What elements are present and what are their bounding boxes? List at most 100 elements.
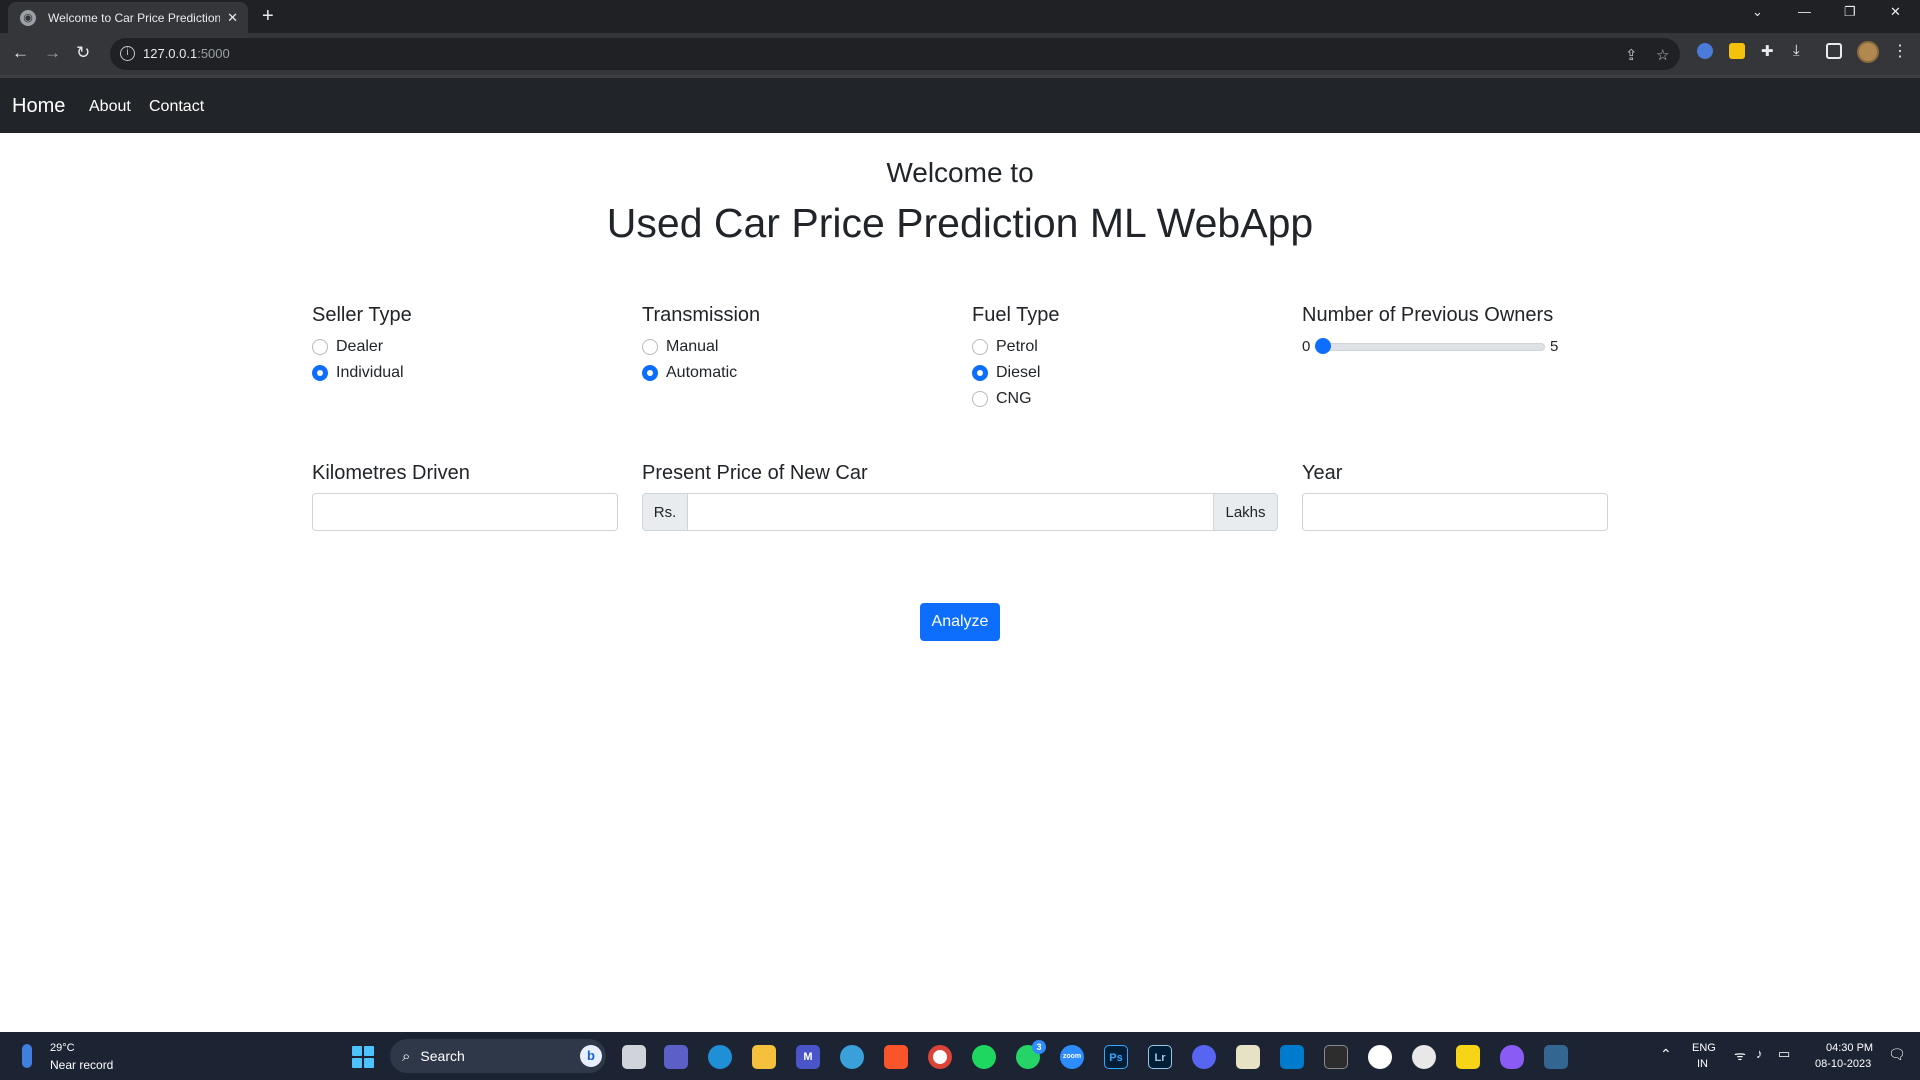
sticky-notes-icon[interactable]	[1456, 1045, 1480, 1069]
app-wallet-icon[interactable]	[1236, 1045, 1260, 1069]
price-prefix-addon: Rs.	[642, 493, 688, 531]
language-indicator[interactable]: ENG	[1692, 1042, 1716, 1054]
share-icon[interactable]: ⇪	[1625, 46, 1638, 64]
slack-icon[interactable]	[1368, 1045, 1392, 1069]
transmission-manual-option[interactable]: Manual	[642, 338, 718, 356]
year-input[interactable]	[1302, 493, 1608, 531]
close-tab-icon[interactable]: ✕	[227, 10, 238, 26]
app-drop-icon[interactable]	[1500, 1045, 1524, 1069]
thermometer-icon[interactable]	[22, 1044, 32, 1068]
clock-time[interactable]: 04:30 PM	[1826, 1042, 1873, 1054]
extension-yellow-icon[interactable]	[1729, 43, 1745, 59]
chevron-up-icon[interactable]: ⌃	[1660, 1046, 1672, 1063]
vscode-icon[interactable]	[1280, 1045, 1304, 1069]
transmission-automatic-radio[interactable]	[642, 365, 658, 381]
url-text: 127.0.0.1:5000	[143, 46, 230, 61]
windows-start-icon[interactable]	[352, 1046, 374, 1068]
minimize-button[interactable]: —	[1798, 4, 1811, 19]
seller-type-individual-radio[interactable]	[312, 365, 328, 381]
reload-icon[interactable]: ↻	[76, 43, 90, 63]
kms-driven-label: Kilometres Driven	[312, 462, 470, 484]
radio-label: Petrol	[996, 338, 1038, 355]
globe-icon: ◉	[20, 9, 36, 26]
app-circle-icon[interactable]	[1412, 1045, 1436, 1069]
weather-temperature[interactable]: 29°C	[50, 1042, 75, 1054]
volume-icon[interactable]: ♪	[1756, 1046, 1763, 1061]
wifi-icon[interactable]: ᯤ	[1734, 1046, 1746, 1064]
owners-slider-thumb[interactable]	[1315, 338, 1331, 354]
transmission-manual-radio[interactable]	[642, 339, 658, 355]
price-suffix-addon: Lakhs	[1213, 493, 1278, 531]
seller-type-individual-option[interactable]: Individual	[312, 364, 404, 382]
task-view-icon[interactable]	[622, 1045, 646, 1069]
owners-slider-track[interactable]	[1315, 343, 1545, 351]
seller-type-label: Seller Type	[312, 304, 412, 326]
new-tab-button[interactable]: +	[262, 5, 274, 28]
app-m-icon[interactable]: M	[796, 1045, 820, 1069]
seller-type-dealer-option[interactable]: Dealer	[312, 338, 383, 356]
brave-icon[interactable]	[884, 1045, 908, 1069]
site-info-icon[interactable]: i	[120, 46, 135, 61]
chrome-icon[interactable]	[928, 1045, 952, 1069]
terminal-icon[interactable]	[1324, 1045, 1348, 1069]
analyze-button[interactable]: Analyze	[920, 603, 1000, 641]
fuel-type-cng-option[interactable]: CNG	[972, 390, 1032, 408]
clock-date[interactable]: 08-10-2023	[1815, 1058, 1871, 1070]
fuel-type-diesel-radio[interactable]	[972, 365, 988, 381]
radio-label: Diesel	[996, 364, 1041, 381]
radio-label: CNG	[996, 390, 1032, 407]
teams-chat-icon[interactable]	[664, 1045, 688, 1069]
battery-icon[interactable]: ▭	[1778, 1046, 1790, 1062]
menu-kebab-icon[interactable]: ⋮	[1892, 41, 1908, 61]
photoshop-icon[interactable]: Ps	[1104, 1045, 1128, 1069]
radio-label: Automatic	[666, 364, 738, 381]
owners-label: Number of Previous Owners	[1302, 304, 1554, 326]
present-price-input[interactable]	[687, 493, 1214, 531]
fuel-type-diesel-option[interactable]: Diesel	[972, 364, 1040, 382]
fuel-type-label: Fuel Type	[972, 304, 1060, 326]
zoom-icon[interactable]: zoom	[1060, 1045, 1084, 1069]
download-icon[interactable]: ⤓	[1793, 42, 1800, 59]
taskbar-search-box[interactable]: ⌕ Search b	[390, 1039, 606, 1073]
browser-tab[interactable]: ◉ Welcome to Car Price Prediction ✕	[8, 2, 248, 33]
nav-home-link[interactable]: Home	[12, 95, 65, 118]
seller-type-dealer-radio[interactable]	[312, 339, 328, 355]
radio-label: Individual	[336, 364, 404, 381]
radio-label: Dealer	[336, 338, 384, 355]
year-label: Year	[1302, 462, 1343, 484]
region-indicator[interactable]: IN	[1697, 1058, 1708, 1070]
extension-shield-icon[interactable]	[1697, 43, 1713, 59]
taskbar-search-label: Search	[420, 1048, 465, 1064]
present-price-label: Present Price of New Car	[642, 462, 868, 484]
fuel-type-cng-radio[interactable]	[972, 391, 988, 407]
app-globe-icon[interactable]	[840, 1045, 864, 1069]
edge-icon[interactable]	[708, 1045, 732, 1069]
restore-button[interactable]: ❐	[1844, 4, 1856, 20]
back-icon[interactable]: ←	[12, 43, 29, 63]
lightroom-icon[interactable]: Lr	[1148, 1045, 1172, 1069]
chevron-down-icon[interactable]: ⌄	[1752, 4, 1763, 20]
address-bar[interactable]: i 127.0.0.1:5000 ⇪ ☆	[110, 38, 1680, 70]
discord-icon[interactable]	[1192, 1045, 1216, 1069]
extensions-puzzle-icon[interactable]: ✚	[1761, 42, 1774, 60]
postgresql-icon[interactable]	[1544, 1045, 1568, 1069]
profile-avatar[interactable]	[1857, 41, 1879, 63]
nav-about-link[interactable]: About	[89, 98, 131, 116]
forward-icon[interactable]: →	[44, 43, 61, 63]
weather-description[interactable]: Near record	[50, 1058, 113, 1072]
kms-driven-input[interactable]	[312, 493, 618, 531]
file-explorer-icon[interactable]	[752, 1045, 776, 1069]
transmission-automatic-option[interactable]: Automatic	[642, 364, 737, 382]
fuel-type-petrol-option[interactable]: Petrol	[972, 338, 1038, 356]
notifications-icon[interactable]: 🗨	[1888, 1046, 1906, 1063]
nav-contact-link[interactable]: Contact	[149, 98, 204, 116]
side-panel-icon[interactable]	[1826, 43, 1842, 59]
spotify-icon[interactable]	[972, 1045, 996, 1069]
browser-tabstrip: ◉ Welcome to Car Price Prediction ✕ + ⌄ …	[0, 0, 1920, 33]
fuel-type-petrol-radio[interactable]	[972, 339, 988, 355]
owners-max-value: 5	[1550, 338, 1559, 355]
bookmark-star-icon[interactable]: ☆	[1656, 46, 1669, 64]
welcome-heading: Welcome to	[886, 157, 1034, 188]
close-window-button[interactable]: ✕	[1890, 4, 1901, 20]
bing-icon[interactable]: b	[580, 1045, 602, 1067]
